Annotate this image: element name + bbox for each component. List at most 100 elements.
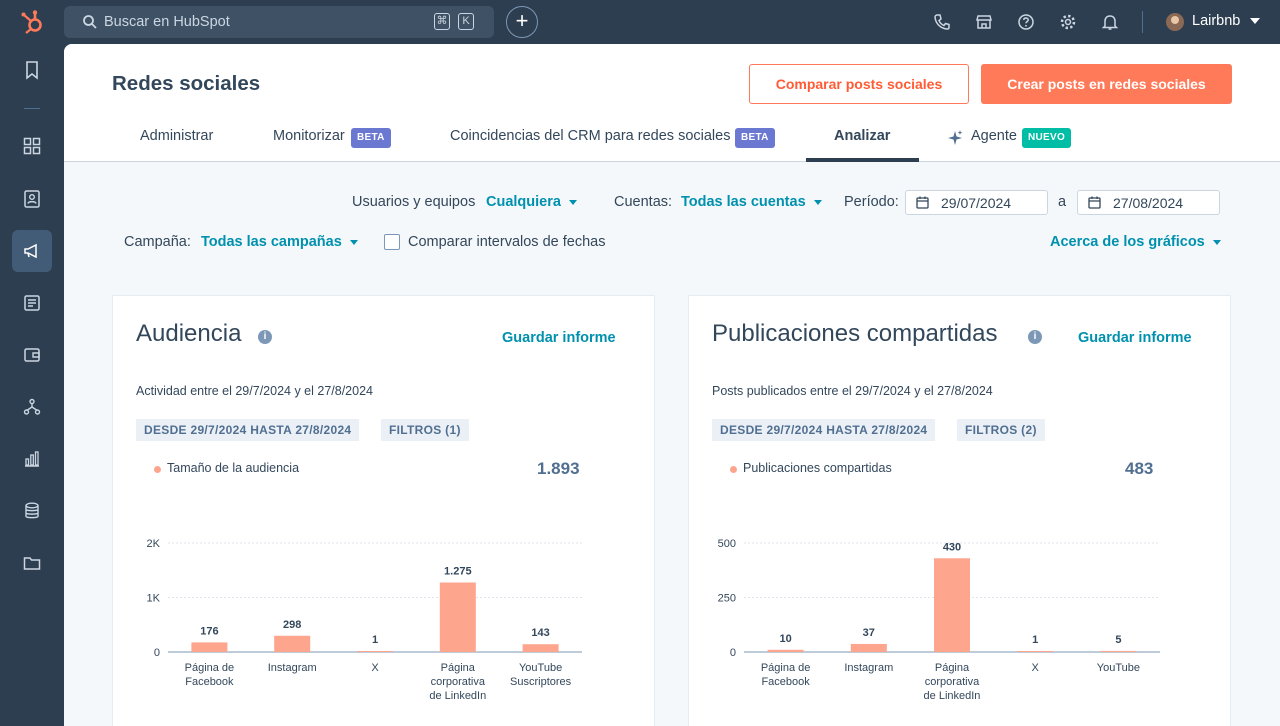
phone-icon[interactable] <box>933 13 951 31</box>
search-placeholder: Buscar en HubSpot <box>104 14 230 30</box>
workspaces-icon[interactable] <box>22 136 42 156</box>
date-from-input[interactable]: 29/07/2024 <box>905 190 1048 215</box>
notifications-icon[interactable] <box>1101 13 1119 31</box>
tab-crm-matches[interactable]: Coincidencias del CRM para redes sociale… <box>450 128 730 144</box>
y-tick-label: 2K <box>147 538 161 550</box>
x-tick-label: Suscriptores <box>510 676 572 688</box>
save-report-button[interactable]: Guardar informe <box>1078 330 1192 346</box>
y-tick-label: 0 <box>730 647 736 659</box>
filters-tag[interactable]: FILTROS (1) <box>381 419 469 441</box>
campaign-label: Campaña: <box>124 234 191 250</box>
contacts-icon[interactable] <box>22 189 42 209</box>
sparkle-icon <box>948 130 963 145</box>
page-title: Redes sociales <box>112 72 261 95</box>
x-tick-label: YouTube <box>1097 662 1140 674</box>
accounts-dropdown[interactable]: Todas las cuentas <box>681 194 822 210</box>
compare-dates-checkbox[interactable] <box>384 234 400 250</box>
caret-down-icon <box>349 239 358 245</box>
legend-swatch <box>730 466 737 473</box>
x-tick-label: de LinkedIn <box>924 690 981 702</box>
tab-administrar[interactable]: Administrar <box>140 128 213 144</box>
bar <box>934 558 970 652</box>
database-icon[interactable] <box>22 501 42 521</box>
data-label: 176 <box>200 625 218 637</box>
audience-bar-chart: 0 1K 2K 176 Página de Facebook 298 Instagram 1 X 1… <box>147 538 582 702</box>
create-social-posts-button[interactable]: Crear posts en redes sociales <box>981 64 1232 104</box>
top-navigation-bar: Buscar en HubSpot ⌘ K + Lairbnb <box>0 0 1280 44</box>
card-title: Publicaciones compartidas <box>712 320 998 347</box>
date-range-tag[interactable]: DESDE 29/7/2024 HASTA 27/8/2024 <box>136 419 360 441</box>
marketplace-icon[interactable] <box>975 13 993 31</box>
bar <box>1100 650 1137 652</box>
bar <box>274 635 311 652</box>
bookmark-icon[interactable] <box>22 60 42 80</box>
filters-tag[interactable]: FILTROS (2) <box>957 419 1045 441</box>
content-icon[interactable] <box>22 293 42 313</box>
data-label: 1 <box>1032 634 1038 646</box>
bar <box>767 649 804 652</box>
info-icon[interactable]: i <box>1028 330 1042 344</box>
avatar[interactable] <box>1166 13 1184 31</box>
commerce-icon[interactable] <box>22 345 42 365</box>
x-tick-label: X <box>1032 662 1040 674</box>
y-tick-label: 0 <box>154 647 160 659</box>
data-label: 1 <box>372 634 378 646</box>
megaphone-icon[interactable] <box>22 241 42 261</box>
posts-shared-report-card: Publicaciones compartidas i Guardar info… <box>688 295 1231 726</box>
legend-swatch <box>154 466 161 473</box>
bar <box>357 651 393 652</box>
users-teams-label: Usuarios y equipos <box>352 194 476 210</box>
compare-social-posts-button[interactable]: Comparar posts sociales <box>749 64 969 104</box>
automation-icon[interactable] <box>22 397 42 417</box>
date-from-value: 29/07/2024 <box>941 195 1012 211</box>
tab-analizar[interactable]: Analizar <box>834 128 890 144</box>
folder-icon[interactable] <box>22 553 42 573</box>
tab-agente[interactable]: Agente <box>971 128 1017 144</box>
posts-shared-bar-chart: 0 250 500 10 Página de Facebook 37 Instagram 430… <box>718 538 1160 702</box>
info-icon[interactable]: i <box>258 330 272 344</box>
x-tick-label: Instagram <box>268 662 317 674</box>
global-search[interactable]: Buscar en HubSpot ⌘ K <box>64 6 494 38</box>
card-subtitle: Actividad entre el 29/7/2024 y el 27/8/2… <box>136 384 373 398</box>
date-to-value: 27/08/2024 <box>1113 195 1184 211</box>
metric-total: 483 <box>1125 459 1154 478</box>
data-label: 10 <box>779 633 791 645</box>
audience-report-card: Audiencia i Guardar informe Actividad en… <box>112 295 655 726</box>
bar <box>850 643 887 652</box>
data-label: 1.275 <box>444 566 472 578</box>
x-tick-label: corporativa <box>431 676 486 688</box>
x-tick-label: Página de <box>761 662 811 674</box>
create-new-button[interactable]: + <box>506 6 538 38</box>
users-teams-dropdown[interactable]: Cualquiera <box>486 194 577 210</box>
x-tick-label: Página <box>441 662 476 674</box>
about-charts-dropdown[interactable]: Acerca de los gráficos <box>1050 234 1221 250</box>
period-label: Período: <box>844 194 899 210</box>
sidebar <box>0 44 64 726</box>
x-tick-label: Facebook <box>761 676 810 688</box>
data-label: 298 <box>283 619 301 631</box>
compare-dates-label[interactable]: Comparar intervalos de fechas <box>408 234 605 250</box>
hubspot-logo-icon[interactable] <box>20 9 46 35</box>
data-label: 5 <box>1115 634 1121 646</box>
help-icon[interactable] <box>1017 13 1035 31</box>
date-to-input[interactable]: 27/08/2024 <box>1077 190 1220 215</box>
caret-down-icon <box>1212 239 1221 245</box>
account-name[interactable]: Lairbnb <box>1192 13 1240 29</box>
save-report-button[interactable]: Guardar informe <box>502 330 616 346</box>
reporting-icon[interactable] <box>22 449 42 469</box>
tab-monitorizar[interactable]: Monitorizar <box>273 128 345 144</box>
y-tick-label: 500 <box>718 538 736 550</box>
legend-label: Tamaño de la audiencia <box>167 461 300 475</box>
new-badge: NUEVO <box>1022 128 1072 148</box>
settings-icon[interactable] <box>1059 13 1077 31</box>
bar <box>191 642 228 652</box>
data-label: 143 <box>531 627 549 639</box>
accounts-label: Cuentas: <box>614 194 673 210</box>
sidebar-separator <box>24 108 40 109</box>
data-label: 430 <box>943 541 961 553</box>
page-header: Redes sociales Comparar posts sociales C… <box>64 44 1280 162</box>
account-caret-icon[interactable] <box>1250 18 1260 24</box>
y-tick-label: 250 <box>718 593 736 605</box>
campaign-dropdown[interactable]: Todas las campañas <box>201 234 358 250</box>
date-range-tag[interactable]: DESDE 29/7/2024 HASTA 27/8/2024 <box>712 419 936 441</box>
